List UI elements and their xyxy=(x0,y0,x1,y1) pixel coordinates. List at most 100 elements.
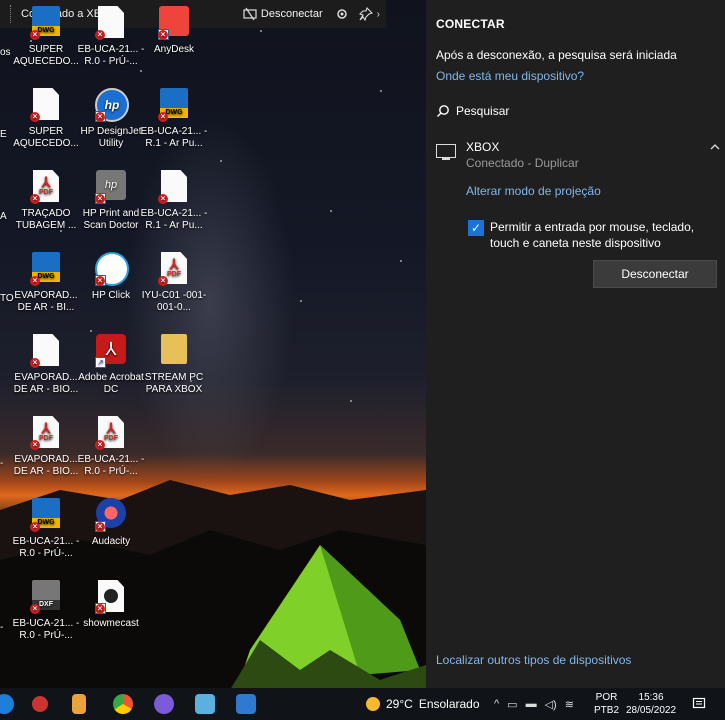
desktop-icon[interactable]: DWG × EB-UCA-21... - R.0 - PrÚ-... xyxy=(10,498,82,560)
anydesk-icon: ↗× xyxy=(158,6,190,40)
folder-icon xyxy=(158,334,190,368)
desktop-icon-label: EB-UCA-21... - R.0 - PrÚ-... xyxy=(77,454,145,477)
showmecast-icon: ↗× xyxy=(95,580,127,614)
battery-icon[interactable]: ▬ xyxy=(526,698,537,710)
taskbar: 29°C Ensolarado ^ ▭ ▬ ◁) ≋ POR PTB2 15:3… xyxy=(0,688,725,720)
desktop-icon-label: EVAPORAD... DE AR - BIO... xyxy=(13,372,79,395)
desktop-icon[interactable]: × EB-UCA-21... - R.1 - Ar Pu... xyxy=(138,170,210,232)
sync-error-icon: × xyxy=(30,604,40,614)
desktop-icon[interactable]: STREAM PC PARA XBOX xyxy=(138,334,210,396)
disconnect-icon xyxy=(243,7,257,21)
sun-icon xyxy=(366,697,380,711)
clock-time: 15:36 xyxy=(638,692,664,703)
chrome-icon[interactable] xyxy=(113,694,133,714)
disconnect-button[interactable]: Desconectar xyxy=(593,260,717,288)
hpclick-icon: ↗× xyxy=(95,252,129,286)
desktop-icon[interactable]: ⅄ PDF × EVAPORAD... DE AR - BIO... xyxy=(10,416,82,478)
device-name: XBOX xyxy=(466,140,500,154)
desktop-icon-label: EVAPORAD... DE AR - BI... xyxy=(14,290,78,313)
shortcut-arrow-icon: ↗ xyxy=(95,357,106,368)
desktop-icon-label: EB-UCA-21... - R.0 - PrÚ-... xyxy=(77,44,145,67)
pdf-icon: ⅄ PDF × xyxy=(30,170,62,204)
audacity-icon: ↗× xyxy=(95,498,127,532)
desktop-icon[interactable]: ⅄ PDF × EB-UCA-21... - R.0 - PrÚ-... xyxy=(75,416,147,478)
desktop-icon[interactable]: ↗× Audacity xyxy=(75,498,147,548)
doc-icon: × xyxy=(30,334,62,368)
sync-error-icon: × xyxy=(30,522,40,532)
start-partial-icon[interactable] xyxy=(0,694,14,714)
banner-disconnect-button[interactable]: Desconectar xyxy=(243,7,323,21)
volume-icon[interactable]: ◁) xyxy=(545,698,557,711)
pdf-icon: ⅄ PDF × xyxy=(30,416,62,450)
sync-error-icon: × xyxy=(30,30,40,40)
desktop-icon[interactable]: × SUPER AQUECEDO... xyxy=(10,88,82,150)
desktop-icon[interactable]: DWG × SUPER AQUECEDO... xyxy=(10,6,82,68)
desktop-icon-label: SUPER AQUECEDO... xyxy=(13,126,79,149)
dwg-icon: DWG × xyxy=(158,88,190,122)
desktop-icon[interactable]: DWG × EVAPORAD... DE AR - BI... xyxy=(10,252,82,314)
desktop-icon-label: showmecast xyxy=(83,618,139,629)
where-is-device-link[interactable]: Onde está meu dispositivo? xyxy=(436,69,584,83)
desktop-icon[interactable]: ↗× HP Click xyxy=(75,252,147,302)
sync-error-icon: × xyxy=(30,194,40,204)
desktop-icon[interactable]: DWG × EB-UCA-21... - R.1 - Ar Pu... xyxy=(138,88,210,150)
desktop-icon[interactable]: ↗× AnyDesk xyxy=(138,6,210,56)
doc-icon: × xyxy=(30,88,62,122)
allow-input-checkbox[interactable]: ✓ xyxy=(468,220,484,236)
change-projection-link[interactable]: Alterar modo de projeção xyxy=(466,184,601,198)
app-icon[interactable] xyxy=(154,694,174,714)
desktop-icon-label: HP Click xyxy=(91,290,131,301)
desktop-icon[interactable]: hp↗× HP DesignJet Utility xyxy=(75,88,147,150)
language-indicator[interactable]: POR PTB2 xyxy=(594,688,619,720)
desktop-icon[interactable]: × EB-UCA-21... - R.0 - PrÚ-... xyxy=(75,6,147,68)
app-icon[interactable] xyxy=(72,694,86,714)
sync-error-icon: × xyxy=(158,276,168,286)
pin-icon[interactable] xyxy=(358,7,373,21)
left-edge-label: - xyxy=(0,458,4,469)
left-edge-label: - xyxy=(0,622,4,633)
desktop-icon[interactable]: ⅄ PDF × TRAÇADO TUBAGEM ... xyxy=(10,170,82,232)
weather-text: Ensolarado xyxy=(418,697,480,711)
sync-error-icon: × xyxy=(95,276,105,286)
chevron-up-icon[interactable] xyxy=(710,142,720,152)
keyboard-layout: PTB2 xyxy=(594,705,620,716)
sync-error-icon: × xyxy=(95,194,105,204)
sync-error-icon: × xyxy=(30,112,40,122)
connect-panel: CONECTAR Após a desconexão, a pesquisa s… xyxy=(426,0,725,688)
sync-error-icon: × xyxy=(95,440,105,450)
clock[interactable]: 15:36 28/05/2022 xyxy=(626,688,676,720)
desktop-icon-label: Adobe Acrobat DC xyxy=(78,372,144,395)
dwg-icon: DWG × xyxy=(30,6,62,40)
notification-button[interactable] xyxy=(692,688,706,720)
desktop-icon-label: STREAM PC PARA XBOX xyxy=(144,372,204,395)
chevron-right-icon[interactable]: › xyxy=(377,9,380,20)
allow-input-label: Permitir a entrada por mouse, teclado, t… xyxy=(490,220,695,250)
wifi-icon[interactable]: ≋ xyxy=(565,698,574,711)
monitor-icon xyxy=(436,144,456,160)
desktop-icon[interactable]: DXF × EB-UCA-21... - R.0 - PrÚ-... xyxy=(10,580,82,642)
device-item-xbox[interactable]: XBOX Conectado - Duplicar xyxy=(436,138,720,178)
desktop-icon[interactable]: × EVAPORAD... DE AR - BIO... xyxy=(10,334,82,396)
gear-icon[interactable] xyxy=(335,7,349,21)
desktop-icon[interactable]: hp↗× HP Print and Scan Doctor xyxy=(75,170,147,232)
sync-error-icon: × xyxy=(95,522,105,532)
desktop-icon-label: EB-UCA-21... - R.0 - PrÚ-... xyxy=(12,618,80,641)
dwg-icon: DWG × xyxy=(30,498,62,532)
panel-title: CONECTAR xyxy=(436,17,505,31)
app-icon[interactable] xyxy=(32,696,48,712)
paint-icon[interactable] xyxy=(195,694,215,714)
search-button[interactable]: Pesquisar xyxy=(436,104,509,118)
sync-error-icon: × xyxy=(30,440,40,450)
photos-icon[interactable] xyxy=(236,694,256,714)
sync-error-icon: × xyxy=(158,194,168,204)
find-other-devices-link[interactable]: Localizar outros tipos de dispositivos xyxy=(436,653,631,667)
desktop-icon-label: HP DesignJet Utility xyxy=(80,126,142,149)
desktop-icon[interactable]: ↗× showmecast xyxy=(75,580,147,630)
connect-icon[interactable]: ▭ xyxy=(507,698,517,711)
chevron-up-icon[interactable]: ^ xyxy=(494,698,499,710)
weather-widget[interactable]: 29°C Ensolarado xyxy=(366,688,480,720)
desktop-icon-label: AnyDesk xyxy=(153,44,194,55)
desktop-icon[interactable]: ⅄ PDF × IYU-C01 -001-001-0... xyxy=(138,252,210,314)
desktop-icon[interactable]: ⅄ ↗ Adobe Acrobat DC xyxy=(75,334,147,396)
sync-error-icon: × xyxy=(30,358,40,368)
